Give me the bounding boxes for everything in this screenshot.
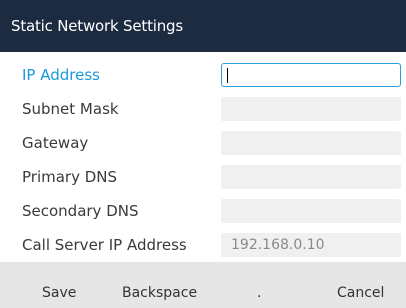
gateway-label: Gateway (22, 134, 89, 152)
secondary-dns-label: Secondary DNS (22, 202, 139, 220)
page-title: Static Network Settings (11, 17, 183, 35)
call-server-ip-input[interactable]: 192.168.0.10 (221, 233, 401, 257)
cancel-softkey[interactable]: Cancel (337, 262, 384, 308)
softkey-bar: Save Backspace . Cancel (0, 262, 406, 308)
text-cursor (227, 68, 228, 83)
secondary-dns-input[interactable] (221, 199, 401, 223)
save-softkey[interactable]: Save (42, 262, 76, 308)
call-server-ip-row[interactable]: Call Server IP Address 192.168.0.10 (0, 228, 406, 262)
gateway-row[interactable]: Gateway (0, 126, 406, 160)
backspace-softkey[interactable]: Backspace (122, 262, 197, 308)
call-server-ip-label: Call Server IP Address (22, 236, 187, 254)
secondary-dns-row[interactable]: Secondary DNS (0, 194, 406, 228)
dot-softkey[interactable]: . (257, 262, 261, 308)
ip-address-label: IP Address (22, 66, 100, 84)
subnet-mask-input[interactable] (221, 97, 401, 121)
gateway-input[interactable] (221, 131, 401, 155)
ip-address-row[interactable]: IP Address (0, 58, 406, 92)
subnet-mask-label: Subnet Mask (22, 100, 119, 118)
network-settings-form: IP Address Subnet Mask Gateway Primary D… (0, 52, 406, 262)
primary-dns-row[interactable]: Primary DNS (0, 160, 406, 194)
title-bar: Static Network Settings (0, 0, 406, 52)
primary-dns-label: Primary DNS (22, 168, 118, 186)
ip-address-input[interactable] (221, 63, 401, 87)
subnet-mask-row[interactable]: Subnet Mask (0, 92, 406, 126)
primary-dns-input[interactable] (221, 165, 401, 189)
